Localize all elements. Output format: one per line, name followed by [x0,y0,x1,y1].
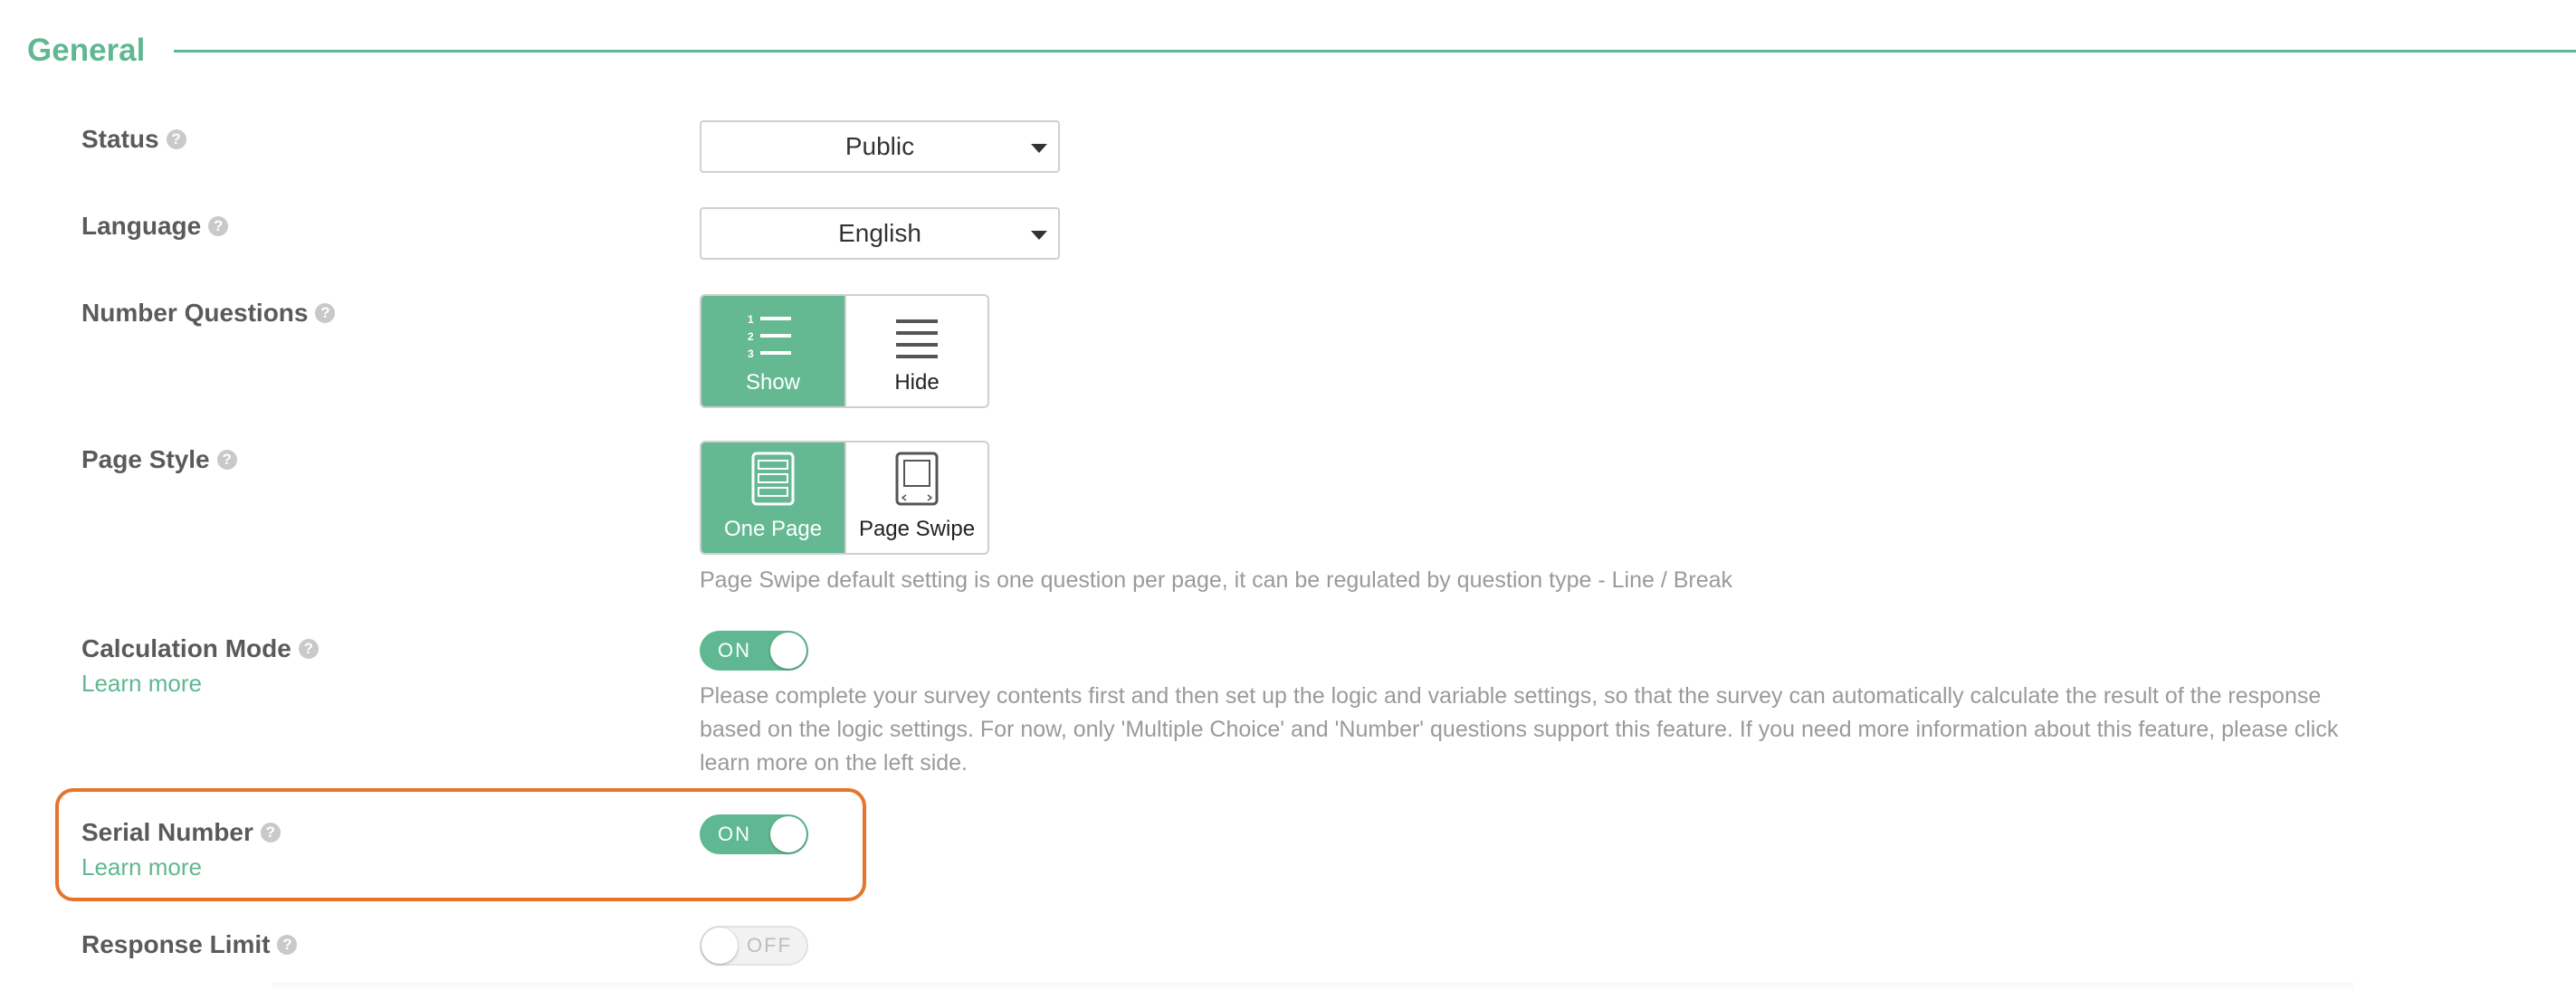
help-icon[interactable]: ? [208,216,229,236]
page-swipe-icon [895,452,939,506]
svg-text:3: 3 [748,347,754,359]
one-page-option-label: One Page [723,517,823,541]
calculation-mode-hint: Please complete your survey contents fir… [700,680,2338,780]
hint-line: learn more on the left side. [700,750,968,776]
language-label-text: Language [81,212,202,240]
help-icon[interactable]: ? [260,823,281,842]
toggle-knob [770,633,806,669]
number-questions-label: Number Questions ? [81,299,336,328]
response-limit-label: Response Limit ? [81,930,298,959]
page-style-one-page-option[interactable]: One Page [701,443,844,553]
serial-number-label-text: Serial Number [81,818,253,846]
language-label: Language ? [81,212,229,241]
hint-line: based on the logic settings. For now, on… [700,717,2339,742]
language-select-value: English [838,219,921,247]
section-divider [174,50,2576,52]
calculation-mode-label: Calculation Mode ? [81,634,319,663]
status-label: Status ? [81,125,186,154]
chevron-down-icon [1031,144,1047,153]
one-page-icon [751,452,795,506]
calculation-mode-label-text: Calculation Mode [81,634,291,662]
list-icon [896,319,938,358]
response-limit-label-text: Response Limit [81,930,271,958]
hide-option-label: Hide [894,370,940,395]
number-questions-show-option[interactable]: 1 2 3 Show [701,296,844,406]
page-style-page-swipe-option[interactable]: Page Swipe [844,443,987,553]
status-label-text: Status [81,125,159,153]
number-questions-label-text: Number Questions [81,299,309,327]
page-swipe-option-label: Page Swipe [858,517,976,541]
show-option-label: Show [745,370,801,395]
help-icon[interactable]: ? [277,935,298,955]
serial-number-toggle[interactable]: ON [700,814,808,854]
page-style-label-text: Page Style [81,445,210,473]
bottom-fade [272,983,2353,990]
svg-text:2: 2 [748,330,754,343]
page-style-segmented: One Page Page Swipe [700,441,989,555]
help-icon[interactable]: ? [216,450,237,470]
numbered-list-icon: 1 2 3 [748,313,791,359]
help-icon[interactable]: ? [315,303,336,323]
help-icon[interactable]: ? [166,129,186,149]
svg-text:1: 1 [748,313,754,326]
toggle-knob [770,816,806,852]
language-select[interactable]: English [700,207,1060,260]
toggle-state-text: OFF [747,934,792,957]
number-questions-hide-option[interactable]: Hide [844,296,987,406]
section-title: General [27,33,146,68]
calculation-mode-toggle[interactable]: ON [700,631,808,671]
status-select-value: Public [844,132,915,160]
page-style-hint: Page Swipe default setting is one questi… [700,567,1733,593]
chevron-down-icon [1031,231,1047,240]
serial-number-label: Serial Number ? [81,818,281,847]
hint-line: Please complete your survey contents fir… [700,683,2322,709]
calculation-mode-learn-more-link[interactable]: Learn more [81,670,202,698]
toggle-state-text: ON [718,639,751,662]
response-limit-toggle[interactable]: OFF [700,926,808,966]
toggle-state-text: ON [718,823,751,845]
number-questions-segmented: 1 2 3 Show Hide [700,294,989,408]
help-icon[interactable]: ? [298,639,319,659]
toggle-knob [701,928,738,964]
serial-number-learn-more-link[interactable]: Learn more [81,853,202,881]
page-style-label: Page Style ? [81,445,237,474]
status-select[interactable]: Public [700,120,1060,173]
